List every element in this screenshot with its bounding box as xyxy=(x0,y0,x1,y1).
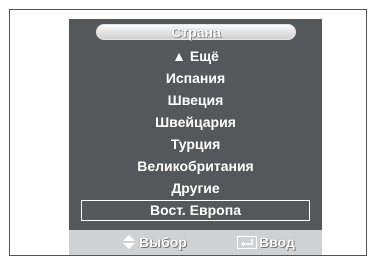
menu-item-spain[interactable]: Испания xyxy=(69,67,322,89)
menu-item-turkey[interactable]: Турция xyxy=(69,133,322,155)
menu-item-sweden[interactable]: Швеция xyxy=(69,89,322,111)
osd-menu-panel: Страна ▲ Ещё Испания Швеция Швейцария Ту… xyxy=(69,19,322,255)
menu-item-eastern-europe[interactable]: Вост. Европа xyxy=(81,200,310,221)
menu-title-bar: Страна xyxy=(96,24,296,40)
menu-item-uk[interactable]: Великобритания xyxy=(69,155,322,177)
footer-enter-hint: Ввод xyxy=(237,230,295,255)
up-down-arrows-icon xyxy=(123,234,135,250)
footer-select-label: Выбор xyxy=(139,234,187,250)
footer-hint-bar: Выбор Ввод xyxy=(69,230,322,255)
enter-key-icon xyxy=(237,235,257,249)
footer-enter-label: Ввод xyxy=(259,234,295,250)
menu-item-other[interactable]: Другие xyxy=(69,177,322,199)
menu-item-more[interactable]: ▲ Ещё xyxy=(69,45,322,67)
menu-title: Страна xyxy=(171,24,221,40)
footer-select-hint: Выбор xyxy=(123,230,187,255)
menu-item-switzerland[interactable]: Швейцария xyxy=(69,111,322,133)
